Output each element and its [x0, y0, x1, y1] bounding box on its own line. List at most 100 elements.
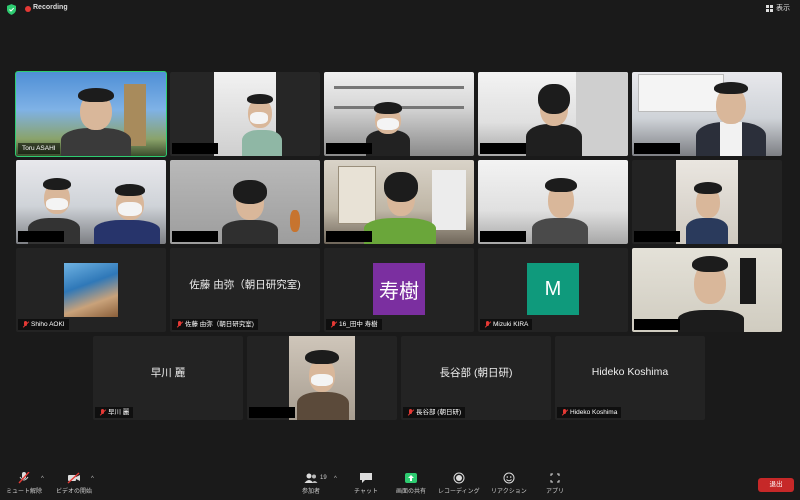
video-tile-tanaka[interactable]: 寿樹 16_田中 寿樹	[324, 248, 474, 332]
person-hair	[233, 180, 267, 204]
video-tile-participant-9[interactable]	[478, 160, 628, 244]
leave-button[interactable]: 退出	[758, 478, 794, 492]
video-tile-hasebe[interactable]: 長谷部 (朝日研) 長谷部 (朝日研)	[401, 336, 551, 420]
participants-label: 参加者	[302, 489, 321, 495]
video-tile-sato[interactable]: 佐藤 由弥（朝日研究室) 佐藤 由弥（朝日研究室)	[170, 248, 320, 332]
person-body	[364, 218, 436, 244]
video-tile-hayakawa[interactable]: 早川 麗 早川 麗	[93, 336, 243, 420]
participant-name-label: 長谷部 (朝日研)	[403, 407, 466, 418]
start-video-button[interactable]: ビデオの開始	[56, 472, 92, 495]
participant-name-label: 16_田中 寿樹	[326, 319, 382, 330]
person-body	[61, 128, 131, 156]
participants-options-caret-icon[interactable]: ^	[334, 476, 337, 482]
person-body	[526, 124, 582, 156]
video-tile-hideko-koshima[interactable]: Hideko Koshima Hideko Koshima	[555, 336, 705, 420]
video-tile-toru-asahi[interactable]: Toru ASAHI	[15, 71, 167, 157]
audio-options-caret-icon[interactable]: ^	[41, 476, 44, 482]
participant-name-label: 早川 麗	[95, 407, 134, 418]
participants-icon	[304, 473, 318, 483]
participant-name-label: Hideko Koshima	[557, 407, 622, 418]
face-mask	[377, 118, 399, 130]
person-hair	[692, 256, 728, 272]
start-video-label: ビデオの開始	[56, 489, 93, 495]
video-tile-participant-4[interactable]	[478, 72, 628, 156]
video-tile-participant-7[interactable]	[170, 160, 320, 244]
reactions-button[interactable]: リアクション	[491, 472, 527, 495]
person-body	[686, 218, 728, 244]
apps-button[interactable]: アプリ	[546, 472, 564, 495]
shelf-line	[334, 86, 464, 89]
participant-display-name: 佐藤 由弥（朝日研究室)	[189, 278, 301, 291]
background-object	[740, 258, 756, 304]
chat-icon	[359, 473, 372, 483]
mic-muted-icon	[407, 409, 413, 416]
share-screen-button[interactable]: 画面の共有	[396, 472, 426, 495]
emoji-reaction-icon	[503, 472, 515, 484]
person-hair	[374, 102, 402, 114]
person-body	[222, 220, 278, 244]
person-hair	[538, 84, 570, 114]
video-tile-participant-2[interactable]	[170, 72, 320, 156]
person-body	[242, 130, 282, 156]
reactions-label: リアクション	[491, 489, 527, 495]
person-body	[94, 220, 160, 244]
participant-name-label	[480, 143, 526, 154]
video-tile-shiho-aoki[interactable]: Shiho AOKI	[16, 248, 166, 332]
mic-muted-icon	[176, 321, 182, 328]
shield-icon[interactable]	[7, 4, 16, 15]
participant-name-label	[326, 143, 372, 154]
meeting-toolbar: ミュート解除 ^ ビデオの開始 ^ 参加者 19 ^ チャット 画面の共有 レコ…	[0, 470, 800, 500]
participant-display-name: 早川 麗	[150, 366, 186, 379]
participant-name-label	[326, 231, 372, 242]
bookshelf	[338, 166, 376, 224]
participant-name-label	[634, 143, 680, 154]
share-screen-icon	[405, 473, 417, 483]
participant-name-label: Shiho AOKI	[18, 319, 69, 330]
video-tile-participant-15[interactable]	[632, 248, 782, 332]
person-hair	[545, 178, 577, 192]
share-screen-label: 画面の共有	[396, 489, 427, 495]
person-hair	[694, 182, 722, 194]
video-tile-participant-3[interactable]	[324, 72, 474, 156]
video-tile-mizuki-kira[interactable]: M Mizuki KIRA	[478, 248, 628, 332]
person-hair	[78, 88, 114, 102]
recording-label: Recording	[33, 4, 68, 11]
person-body	[532, 218, 588, 244]
participant-name-label	[172, 143, 218, 154]
participant-name-label: 佐藤 由弥（朝日研究室)	[172, 319, 258, 330]
video-tile-participant-10[interactable]	[632, 160, 782, 244]
mic-muted-icon	[484, 321, 490, 328]
person-body	[297, 392, 349, 420]
video-tile-participant-8[interactable]	[324, 160, 474, 244]
mic-muted-icon	[330, 321, 336, 328]
record-button[interactable]: レコーディング	[438, 472, 480, 495]
face-mask	[46, 198, 68, 210]
apps-icon	[550, 473, 560, 483]
video-tile-participant-5[interactable]	[632, 72, 782, 156]
participant-name-label	[172, 231, 218, 242]
video-options-caret-icon[interactable]: ^	[91, 476, 94, 482]
person-hair	[384, 172, 418, 202]
participant-name-label: Mizuki KIRA	[480, 319, 533, 330]
person-body	[678, 310, 744, 332]
avatar: 寿樹	[373, 263, 425, 315]
plant-vase	[290, 210, 300, 232]
video-tile-participant-17[interactable]	[247, 336, 397, 420]
mic-muted-icon	[22, 321, 28, 328]
video-tile-participant-6[interactable]	[16, 160, 166, 244]
participant-name-label	[634, 319, 680, 330]
chat-button[interactable]: チャット	[354, 472, 378, 495]
person-hair	[115, 184, 145, 196]
cabinet	[576, 72, 628, 156]
face-mask	[118, 202, 142, 216]
participants-button[interactable]: 参加者	[302, 472, 320, 495]
participant-display-name: Hideko Koshima	[591, 366, 669, 378]
avatar: M	[527, 263, 579, 315]
unmute-button[interactable]: ミュート解除	[6, 472, 42, 495]
whiteboard	[638, 74, 724, 112]
mic-muted-icon	[561, 409, 567, 416]
shirt	[720, 122, 742, 156]
view-button[interactable]: 表示	[766, 3, 790, 13]
person-hair	[43, 178, 71, 190]
camera-off-icon	[67, 472, 80, 484]
